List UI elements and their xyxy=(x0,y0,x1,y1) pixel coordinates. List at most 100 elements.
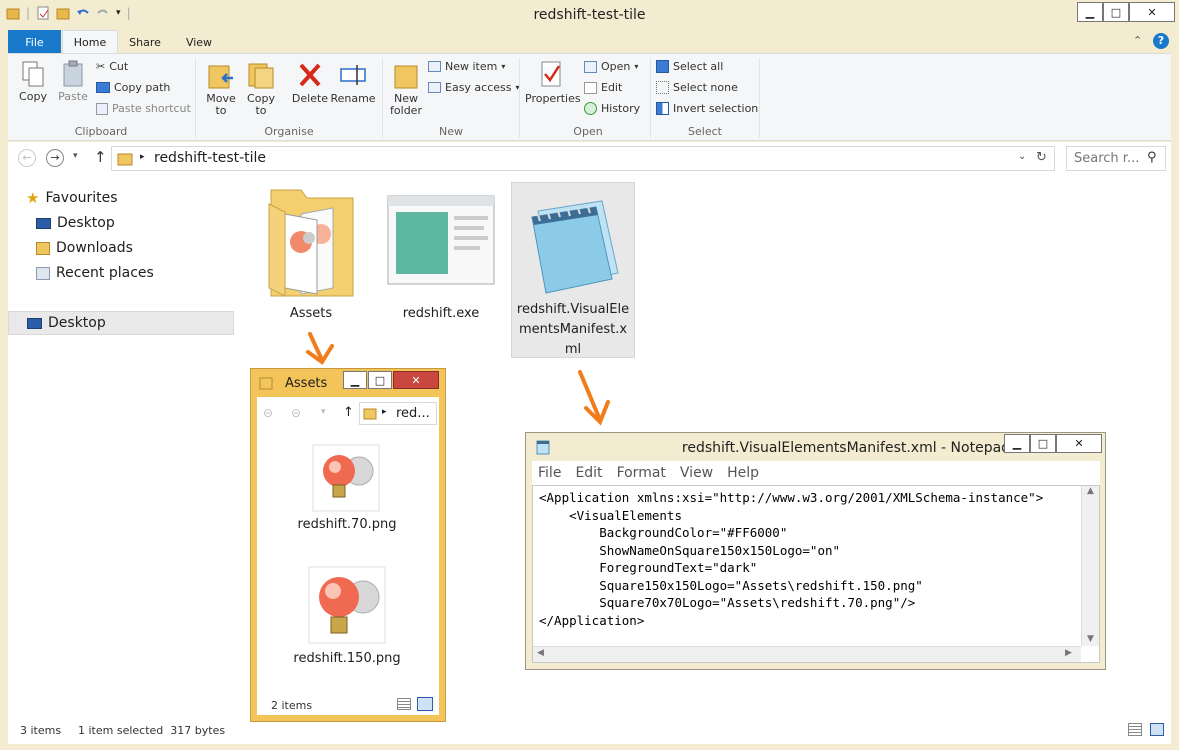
address-dropdown-icon[interactable]: ⌄ xyxy=(1018,151,1026,162)
file-item-assets[interactable]: Assets xyxy=(256,184,366,324)
file-name: redshift.exe xyxy=(402,306,480,321)
copy-label: Copy xyxy=(19,90,47,103)
maximize-button[interactable]: □ xyxy=(1103,2,1129,22)
image-file-icon xyxy=(312,444,380,512)
file-item-redshift-exe[interactable]: redshift.exe xyxy=(381,184,501,324)
minimize-button[interactable]: ▁ xyxy=(1077,2,1103,22)
tab-view[interactable]: View xyxy=(173,30,225,54)
annotation-arrow xyxy=(578,370,610,426)
scroll-right-icon[interactable]: ▶ xyxy=(1065,648,1072,658)
select-none-label: Select none xyxy=(673,81,738,94)
properties-label: Properties xyxy=(525,92,581,105)
vertical-scrollbar[interactable]: ▲ ▼ xyxy=(1081,486,1099,646)
tab-share[interactable]: Share xyxy=(120,30,170,54)
properties-button[interactable]: Properties xyxy=(525,60,581,105)
new-folder-button[interactable]: New folder xyxy=(388,60,424,117)
status-bar: 3 items 1 item selected 317 bytes xyxy=(8,718,1171,744)
file-item-redshift-70[interactable]: redshift.70.png xyxy=(277,439,417,549)
search-input[interactable]: Search r... xyxy=(1074,151,1139,166)
menu-format[interactable]: Format xyxy=(617,465,666,481)
select-all-icon xyxy=(656,60,669,73)
easy-access-button[interactable]: Easy access ▾ xyxy=(428,81,520,94)
back-button[interactable]: ⊝ xyxy=(263,406,273,420)
nav-downloads[interactable]: Downloads xyxy=(36,237,133,259)
copy-to-button[interactable]: Copy to xyxy=(244,60,278,117)
text-editor[interactable]: <Application xmlns:xsi="http://www.w3.or… xyxy=(532,485,1100,663)
address-bar[interactable]: ▸ redshift-test-tile ⌄ ↻ xyxy=(111,146,1055,171)
select-none-button[interactable]: Select none xyxy=(656,81,738,94)
close-button[interactable]: ✕ xyxy=(1129,2,1175,22)
scroll-left-icon[interactable]: ◀ xyxy=(537,648,544,658)
close-button[interactable]: ✕ xyxy=(1056,434,1102,453)
rename-button[interactable]: Rename xyxy=(330,60,376,105)
copy-folder-icon xyxy=(248,63,274,89)
help-icon[interactable]: ? xyxy=(1153,33,1169,49)
details-view-icon[interactable] xyxy=(1128,723,1142,736)
move-folder-icon xyxy=(208,65,233,89)
downloads-icon xyxy=(36,241,50,255)
minimize-button[interactable]: ▁ xyxy=(343,371,367,389)
file-item-redshift-150[interactable]: redshift.150.png xyxy=(277,561,417,671)
minimize-button[interactable]: ▁ xyxy=(1004,434,1030,453)
menu-file[interactable]: File xyxy=(538,465,561,481)
forward-button[interactable]: → xyxy=(46,149,64,167)
scroll-down-icon[interactable]: ▼ xyxy=(1082,634,1099,644)
maximize-button[interactable]: □ xyxy=(368,371,392,389)
details-view-icon[interactable] xyxy=(397,698,411,710)
recent-locations-icon[interactable]: ▾ xyxy=(321,407,326,417)
menu-bar: File Edit Format View Help xyxy=(532,461,1100,485)
menu-help[interactable]: Help xyxy=(727,465,759,481)
copy-path-icon xyxy=(96,82,110,93)
forward-button[interactable]: ⊝ xyxy=(291,406,301,420)
breadcrumb-path[interactable]: red... xyxy=(396,406,430,421)
copy-path-button[interactable]: Copy path xyxy=(96,81,170,94)
paste-shortcut-button[interactable]: Paste shortcut xyxy=(96,102,191,115)
up-arrow-icon[interactable]: ↑ xyxy=(94,148,107,166)
nav-desktop[interactable]: Desktop xyxy=(36,212,115,234)
breadcrumb-chevron-icon: ▸ xyxy=(140,152,145,162)
file-item-manifest[interactable]: redshift.VisualEle mentsManifest.x ml xyxy=(511,182,635,358)
address-bar[interactable]: ▸ red... xyxy=(359,402,437,425)
nav-recent-places[interactable]: Recent places xyxy=(36,262,154,284)
search-icon[interactable]: ⚲ xyxy=(1147,150,1157,165)
cut-button[interactable]: ✂ Cut xyxy=(96,60,128,73)
edit-button[interactable]: Edit xyxy=(584,81,622,94)
close-button[interactable]: ✕ xyxy=(393,371,439,389)
code-line: <VisualElements xyxy=(539,507,682,523)
item-count: 3 items xyxy=(20,724,62,737)
search-box[interactable]: Search r... ⚲ xyxy=(1066,146,1166,171)
large-icons-view-icon[interactable] xyxy=(1150,723,1164,736)
large-icons-view-icon[interactable] xyxy=(417,697,433,711)
open-button[interactable]: Open ▾ xyxy=(584,60,638,73)
maximize-button[interactable]: □ xyxy=(1030,434,1056,453)
horizontal-scrollbar[interactable]: ◀ ▶ xyxy=(533,646,1081,662)
code-line: Square150x150Logo="Assets\redshift.150.p… xyxy=(539,577,923,593)
refresh-icon[interactable]: ↻ xyxy=(1036,150,1047,165)
move-to-button[interactable]: Move to xyxy=(204,60,238,117)
scroll-up-icon[interactable]: ▲ xyxy=(1082,486,1099,496)
ribbon-tabs: File Home Share View ⌃ ? xyxy=(8,30,1171,54)
breadcrumb-path[interactable]: redshift-test-tile xyxy=(154,150,266,166)
up-arrow-icon[interactable]: ↑ xyxy=(343,405,354,420)
new-folder-label: New folder xyxy=(390,92,422,117)
recent-locations-icon[interactable]: ▾ xyxy=(73,151,78,161)
easy-access-icon xyxy=(428,82,441,93)
menu-edit[interactable]: Edit xyxy=(575,465,602,481)
back-button[interactable]: ← xyxy=(18,149,36,167)
nav-favourites[interactable]: ★ Favourites xyxy=(26,187,118,209)
select-all-button[interactable]: Select all xyxy=(656,60,723,73)
collapse-ribbon-icon[interactable]: ⌃ xyxy=(1133,34,1142,47)
tab-file[interactable]: File xyxy=(8,30,61,54)
paste-button[interactable]: Paste xyxy=(58,60,88,103)
folder-icon xyxy=(268,189,354,297)
tab-home[interactable]: Home xyxy=(62,30,118,54)
delete-button[interactable]: Delete xyxy=(290,60,330,105)
select-all-label: Select all xyxy=(673,60,724,73)
copy-button[interactable]: Copy xyxy=(18,60,48,103)
invert-selection-button[interactable]: Invert selection xyxy=(656,102,758,115)
menu-view[interactable]: View xyxy=(680,465,713,481)
new-item-button[interactable]: New item ▾ xyxy=(428,60,505,73)
history-button[interactable]: History xyxy=(584,102,640,115)
nav-desktop-root[interactable]: Desktop xyxy=(8,311,234,335)
invert-selection-icon xyxy=(656,102,669,115)
